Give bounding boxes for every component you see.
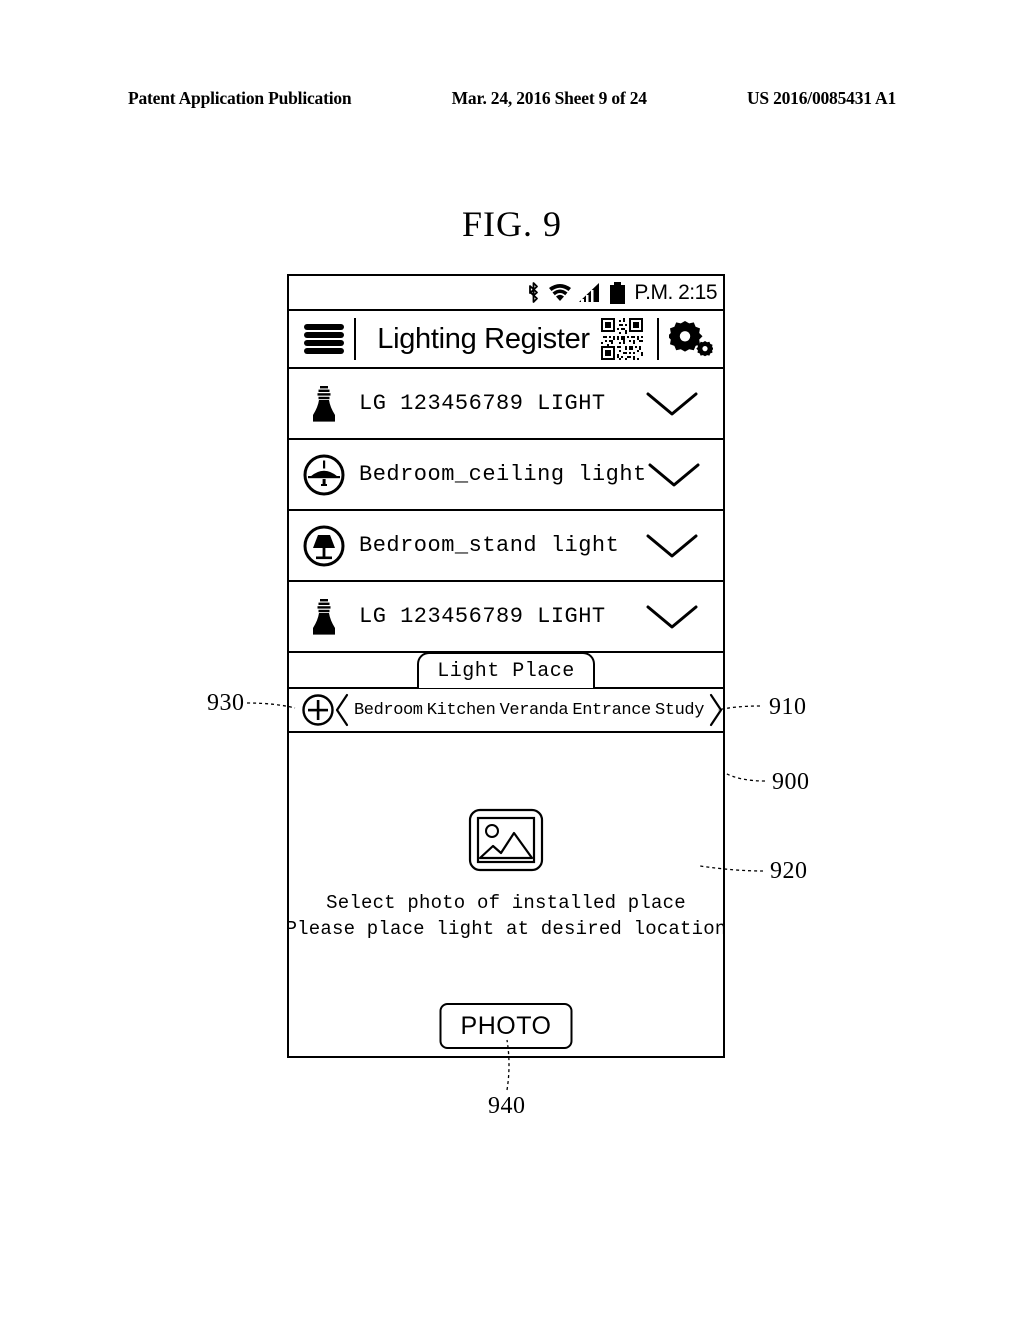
callout-930: 930 <box>207 690 245 716</box>
table-row[interactable]: Bedroom_ceiling light <box>289 440 723 511</box>
chevron-down-icon[interactable] <box>645 390 699 418</box>
tab-light-place[interactable]: Light Place <box>417 652 595 688</box>
phone-screen: P.M. 2:15 Lighting Register LG 123456789… <box>286 274 726 1061</box>
light-place-category-row: Bedroom Kitchen Veranda Entrance Study <box>289 689 723 733</box>
category-item-entrance[interactable]: Entrance <box>571 701 651 720</box>
light-bulb-icon <box>301 384 347 424</box>
status-time: P.M. 2:15 <box>634 280 717 304</box>
figure-title: FIG. 9 <box>461 204 562 244</box>
page-title: Lighting Register <box>377 322 590 355</box>
title-divider-left <box>354 318 356 360</box>
photo-button[interactable]: PHOTO <box>439 1003 573 1049</box>
settings-button[interactable] <box>669 318 713 360</box>
stand-lamp-icon <box>301 524 347 568</box>
photo-instruction-line1: Select photo of installed place <box>326 892 686 914</box>
category-item-veranda[interactable]: Veranda <box>499 701 570 720</box>
app-title-bar: Lighting Register <box>289 311 723 369</box>
category-item-study[interactable]: Study <box>654 701 705 720</box>
ceiling-light-icon <box>301 453 347 497</box>
publication-header-date-sheet: Mar. 24, 2016 Sheet 9 of 24 <box>451 88 647 108</box>
device-name: Bedroom_stand light <box>359 533 620 558</box>
table-row[interactable]: LG 123456789 LIGHT <box>289 582 723 653</box>
light-bulb-icon <box>301 597 347 637</box>
chevron-down-icon[interactable] <box>647 461 701 489</box>
chevron-down-icon[interactable] <box>645 532 699 560</box>
bluetooth-icon <box>529 282 539 303</box>
callout-900: 900 <box>772 769 810 795</box>
device-name: LG 123456789 LIGHT <box>359 391 606 416</box>
gear-icon[interactable] <box>669 318 713 360</box>
photo-instruction: Select photo of installed place Please p… <box>286 891 727 942</box>
photo-selection-area: Select photo of installed place Please p… <box>286 733 726 1061</box>
device-name: Bedroom_ceiling light <box>359 462 647 487</box>
callout-910: 910 <box>769 694 807 720</box>
wifi-icon <box>549 283 572 301</box>
image-placeholder-icon[interactable] <box>468 808 544 877</box>
light-place-tab-strip: Light Place <box>289 652 723 689</box>
table-row[interactable]: Bedroom_stand light <box>289 511 723 582</box>
signal-icon <box>579 282 600 302</box>
device-name: LG 123456789 LIGHT <box>359 604 606 629</box>
category-item-kitchen[interactable]: Kitchen <box>426 701 497 720</box>
publication-header: Patent Application Publication Mar. 24, … <box>128 88 896 109</box>
chevron-left-icon[interactable] <box>335 693 349 727</box>
chevron-down-icon[interactable] <box>645 603 699 631</box>
publication-header-number: US 2016/0085431 A1 <box>746 88 896 108</box>
publication-header-left: Patent Application Publication <box>128 88 352 108</box>
qr-code-icon[interactable] <box>601 318 643 360</box>
title-divider-right <box>657 318 659 360</box>
battery-icon <box>610 281 626 304</box>
category-list: Bedroom Kitchen Veranda Entrance Study <box>349 701 709 720</box>
callout-940: 940 <box>488 1093 526 1119</box>
photo-instruction-line2: Please place light at desired location <box>285 917 727 940</box>
plus-circle-icon[interactable] <box>301 693 335 727</box>
callout-920: 920 <box>770 858 808 884</box>
chevron-right-icon[interactable] <box>709 693 723 727</box>
status-bar: P.M. 2:15 <box>289 276 723 311</box>
table-row[interactable]: LG 123456789 LIGHT <box>289 369 723 440</box>
category-item-bedroom[interactable]: Bedroom <box>353 701 424 720</box>
hamburger-menu-icon[interactable] <box>304 324 344 354</box>
